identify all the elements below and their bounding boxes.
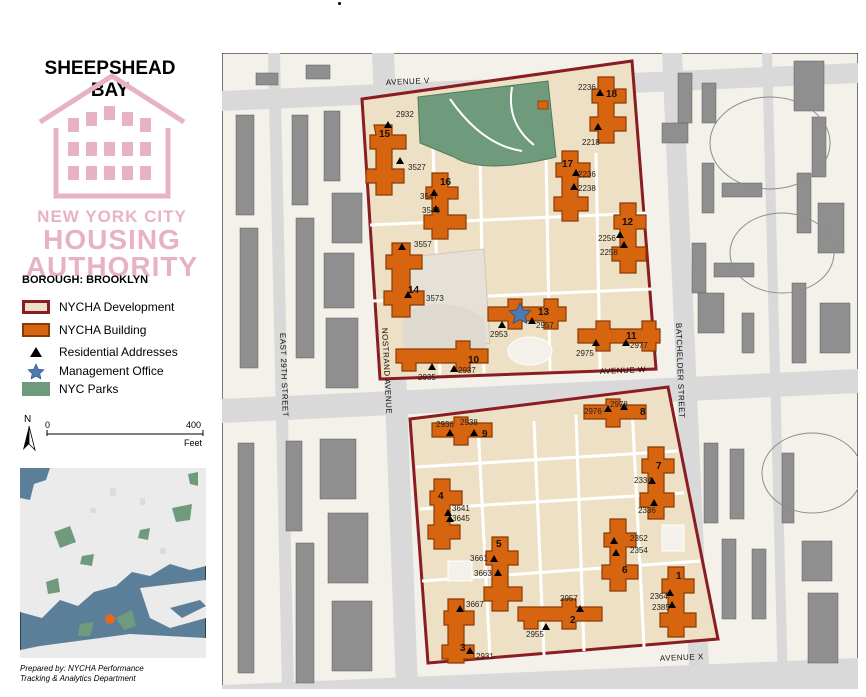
north-arrow-and-scale: N 0 400 Feet — [23, 414, 204, 452]
scale-start: 0 — [45, 420, 50, 430]
building-3-label: 3 — [460, 643, 466, 654]
address-3573: 3573 — [426, 294, 444, 303]
star-icon — [27, 363, 45, 379]
address-3527: 3527 — [408, 163, 426, 172]
address-2978: 2978 — [610, 400, 628, 409]
address-2935: 2935 — [418, 373, 436, 382]
address-2955: 2955 — [526, 630, 544, 639]
building-13-label: 13 — [538, 307, 550, 318]
borough-label: BOROUGH: BROOKLYN — [22, 274, 149, 286]
address-2937: 2937 — [458, 366, 476, 375]
building-8-label: 8 — [640, 407, 646, 418]
address-3557: 3557 — [414, 240, 432, 249]
address-2236b: 2236 — [578, 83, 596, 92]
address-2238: 2238 — [578, 184, 596, 193]
address-3663: 3663 — [474, 569, 492, 578]
address-3661: 3661 — [470, 554, 488, 563]
address-2953: 2953 — [490, 330, 508, 339]
north-arrow-icon — [23, 426, 29, 450]
legend-parks: NYC Parks — [22, 382, 118, 396]
legend-office-label: Management Office — [59, 364, 164, 378]
avenue-v-label: AVENUE V — [386, 76, 430, 87]
address-2364: 2364 — [650, 592, 668, 601]
avenue-x-label: AVENUE X — [660, 652, 704, 663]
address-2975: 2975 — [576, 349, 594, 358]
inset-locator-map — [20, 468, 206, 658]
building-4-label: 4 — [438, 491, 444, 502]
location-marker-icon — [105, 614, 115, 624]
legend-parks-label: NYC Parks — [59, 382, 119, 396]
address-2258: 2258 — [600, 248, 618, 257]
address-2957b: 2957 — [560, 594, 578, 603]
address-3645: 3645 — [452, 514, 470, 523]
legend-building: NYCHA Building — [22, 323, 146, 337]
address-2936: 2936 — [436, 420, 454, 429]
credit-text: Prepared by: NYCHA Performance Tracking … — [20, 664, 144, 684]
legend-development: NYCHA Development — [22, 300, 174, 314]
address-3641: 3641 — [452, 504, 470, 513]
legend-residential: Residential Addresses — [22, 345, 178, 359]
address-2354: 2354 — [630, 546, 648, 555]
address-2385: 2385 — [652, 603, 670, 612]
address-2957: 2957 — [536, 321, 554, 330]
legend-residential-label: Residential Addresses — [59, 345, 178, 359]
agency-line-2: HOUSING — [43, 224, 181, 255]
address-2218: 2218 — [582, 138, 600, 147]
address-2336: 2336 — [638, 506, 656, 515]
building-5-label: 5 — [496, 539, 502, 550]
legend-development-label: NYCHA Development — [59, 300, 175, 314]
legend-office: Management Office — [22, 363, 164, 379]
address-2932: 2932 — [396, 110, 414, 119]
building-1-label: 1 — [676, 571, 682, 582]
credit-line-2: Tracking & Analytics Department — [20, 674, 136, 683]
building-15-label: 15 — [379, 129, 391, 140]
building-12-label: 12 — [622, 217, 634, 228]
address-2931: 2931 — [476, 652, 494, 661]
address-3547: 3547 — [420, 192, 438, 201]
address-2938: 2938 — [460, 418, 478, 427]
agency-name: NEW YORK CITY HOUSING AUTHORITY — [22, 208, 202, 281]
building-18-label: 18 — [606, 89, 618, 100]
building-swatch — [22, 323, 50, 337]
credit-line-1: Prepared by: NYCHA Performance — [20, 664, 144, 673]
triangle-icon — [30, 347, 42, 357]
legend-building-label: NYCHA Building — [59, 323, 147, 337]
address-2334: 2334 — [634, 476, 652, 485]
building-7-label: 7 — [656, 461, 662, 472]
building-16-label: 16 — [440, 177, 452, 188]
scale-end: 400 — [186, 420, 201, 430]
site-map: 15 16 14 10 13 17 18 12 11 9 8 4 5 7 6 1… — [222, 53, 858, 689]
address-3549: 3549 — [422, 206, 440, 215]
scale-unit: Feet — [184, 438, 203, 448]
building-2-label: 2 — [570, 615, 576, 626]
building-9-label: 9 — [482, 429, 488, 440]
building-10-label: 10 — [468, 355, 480, 366]
building-17-label: 17 — [562, 159, 574, 170]
dot-mark — [338, 2, 341, 5]
park-swatch — [22, 382, 50, 396]
address-2236: 2236 — [578, 170, 596, 179]
address-2352: 2352 — [630, 534, 648, 543]
address-3667: 3667 — [466, 600, 484, 609]
north-label: N — [24, 414, 31, 425]
address-2256: 2256 — [598, 234, 616, 243]
development-swatch — [22, 300, 50, 314]
building-6-label: 6 — [622, 565, 628, 576]
nycha-logo-icon — [38, 73, 186, 199]
address-2977: 2977 — [630, 341, 648, 350]
address-2976: 2976 — [584, 407, 602, 416]
